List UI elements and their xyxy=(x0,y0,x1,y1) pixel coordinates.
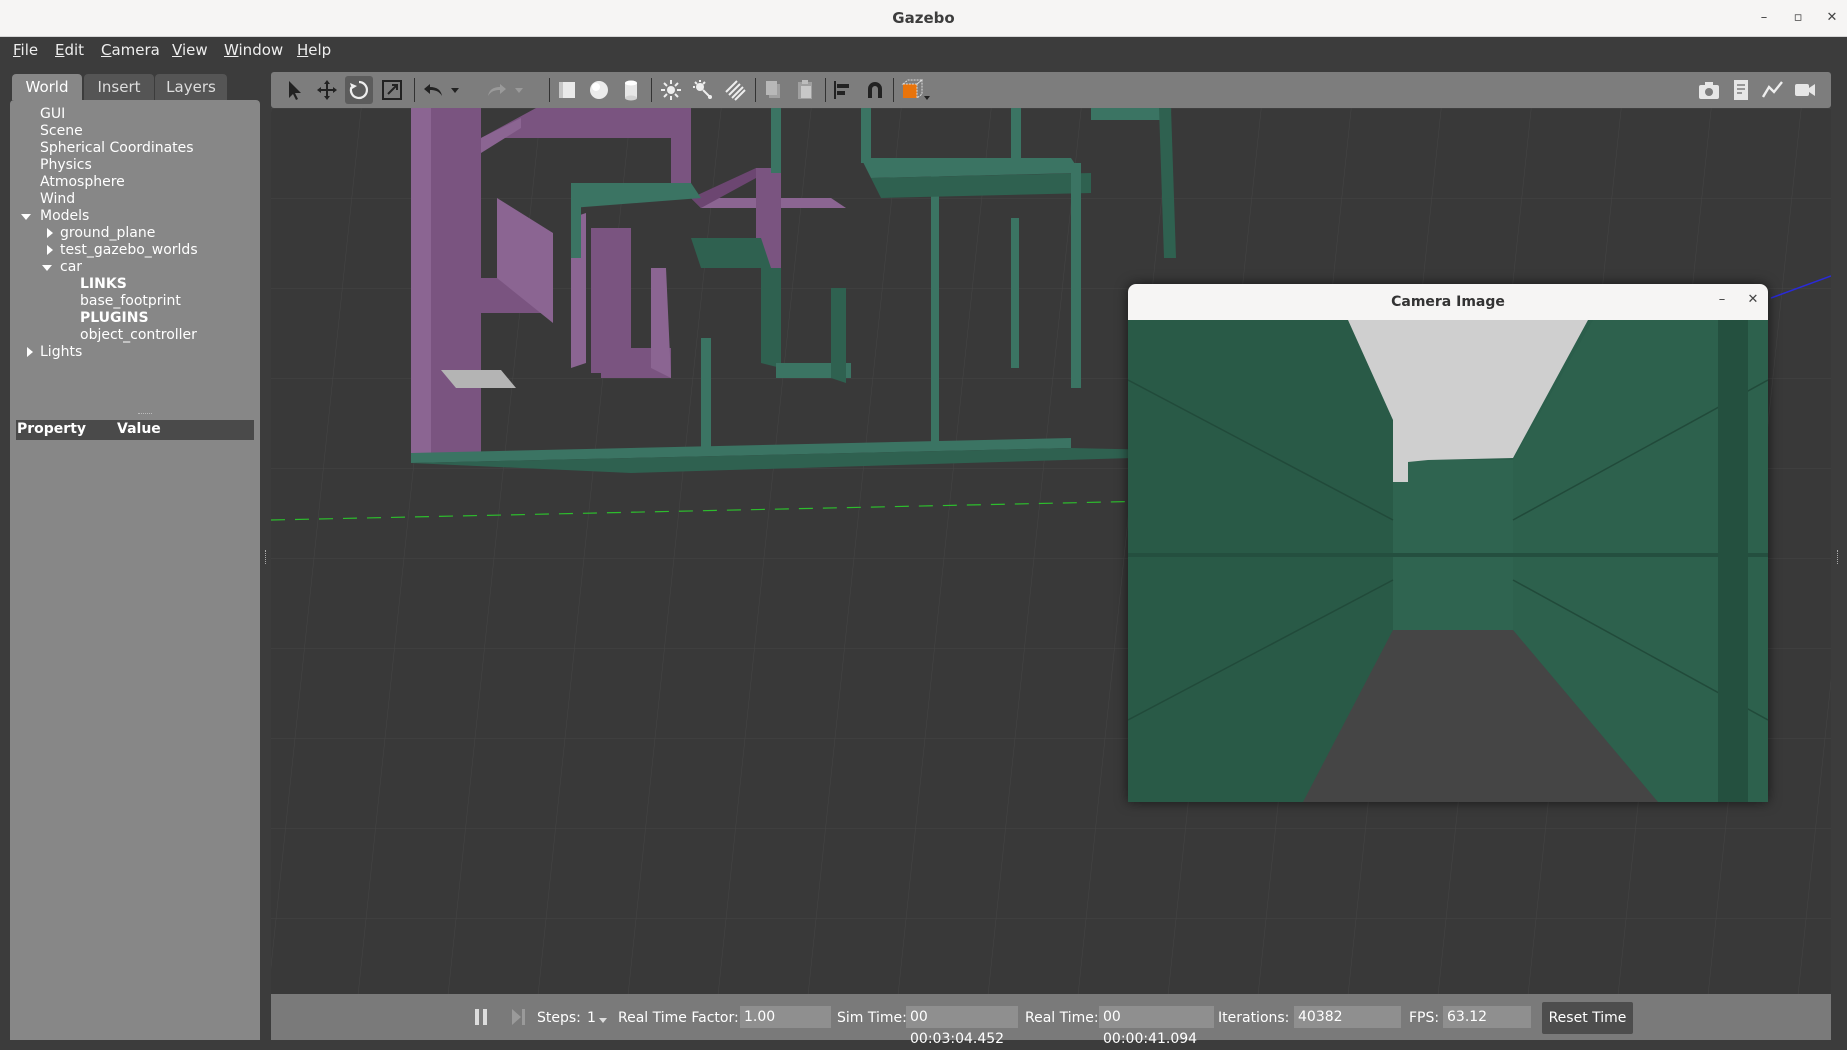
toolbar xyxy=(271,72,1831,108)
tab-insert[interactable]: Insert xyxy=(84,74,154,100)
restore-icon[interactable]: ▫ xyxy=(1788,8,1808,28)
tree-item-atmosphere[interactable]: Atmosphere xyxy=(40,174,125,190)
tree-item-physics[interactable]: Physics xyxy=(40,157,92,173)
camera-close-icon[interactable]: ✕ xyxy=(1744,292,1762,307)
tree-item-object-controller[interactable]: object_controller xyxy=(80,327,197,343)
property-column-header: Property xyxy=(17,421,87,437)
translate-icon[interactable] xyxy=(315,78,339,102)
directional-light-icon[interactable] xyxy=(723,78,747,102)
copy-icon[interactable] xyxy=(761,78,785,102)
camera-window-title: Camera Image xyxy=(1391,294,1505,310)
menu-file[interactable]: File xyxy=(13,41,38,59)
fps-label: FPS: xyxy=(1409,1010,1440,1026)
menu-view[interactable]: View xyxy=(172,41,208,59)
tree-item-spherical-coordinates[interactable]: Spherical Coordinates xyxy=(40,140,194,156)
toolbar-separator xyxy=(825,78,826,102)
expand-models-icon[interactable] xyxy=(21,214,31,220)
tree-item-test-gazebo-worlds[interactable]: test_gazebo_worlds xyxy=(60,242,198,258)
bottom-status-bar: Steps: 1 Real Time Factor: 1.00 Sim Time… xyxy=(271,994,1831,1047)
tree-item-wind[interactable]: Wind xyxy=(40,191,75,207)
panel-splitter-handle[interactable] xyxy=(138,413,152,416)
toolbar-separator xyxy=(549,78,550,102)
tree-item-gui[interactable]: GUI xyxy=(40,106,65,122)
tree-item-plugins: PLUGINS xyxy=(80,310,149,326)
toolbar-separator xyxy=(414,78,415,102)
camera-minimize-icon[interactable]: – xyxy=(1713,292,1731,307)
expand-test-worlds-icon[interactable] xyxy=(47,245,53,255)
window-titlebar: Gazebo – ▫ ✕ xyxy=(0,0,1847,37)
menu-help[interactable]: Help xyxy=(297,41,331,59)
minimize-icon[interactable]: – xyxy=(1754,8,1774,28)
camera-image-window[interactable]: Camera Image – ✕ xyxy=(1128,284,1768,802)
value-column-header: Value xyxy=(117,421,161,437)
camera-window-titlebar: Camera Image – ✕ xyxy=(1128,284,1768,321)
spot-light-icon[interactable] xyxy=(691,78,715,102)
paste-icon[interactable] xyxy=(793,78,817,102)
point-light-icon[interactable] xyxy=(659,78,683,102)
screenshot-icon[interactable] xyxy=(1697,78,1721,102)
log-icon[interactable] xyxy=(1729,78,1753,102)
menu-window[interactable]: Window xyxy=(224,41,283,59)
camera-feed xyxy=(1128,320,1768,802)
iterations-field: 40382 xyxy=(1294,1006,1401,1028)
window-title: Gazebo xyxy=(892,9,955,27)
toolbar-separator xyxy=(893,78,894,102)
toolbar-separator xyxy=(755,78,756,102)
select-arrow-icon[interactable] xyxy=(283,78,307,102)
tab-world[interactable]: World xyxy=(12,74,82,100)
step-forward-icon[interactable] xyxy=(511,1008,527,1026)
redo-icon[interactable] xyxy=(485,78,509,102)
scale-icon[interactable] xyxy=(380,78,404,102)
iterations-label: Iterations: xyxy=(1218,1010,1290,1026)
toolbar-separator xyxy=(651,78,652,102)
steps-dropdown-icon[interactable] xyxy=(599,1018,607,1024)
plot-icon[interactable] xyxy=(1761,78,1785,102)
sim-time-field: 00 00:03:04.452 xyxy=(906,1006,1018,1047)
real-time-factor-label: Real Time Factor: xyxy=(618,1010,739,1026)
sphere-icon[interactable] xyxy=(587,78,611,102)
expand-ground-plane-icon[interactable] xyxy=(47,228,53,238)
rotate-icon[interactable] xyxy=(347,78,371,102)
real-time-label: Real Time: xyxy=(1025,1010,1099,1026)
close-icon[interactable]: ✕ xyxy=(1822,8,1842,28)
tree-item-scene[interactable]: Scene xyxy=(40,123,83,139)
steps-label: Steps: xyxy=(537,1010,581,1026)
cylinder-icon[interactable] xyxy=(619,78,643,102)
expand-car-icon[interactable] xyxy=(42,265,52,271)
menu-camera[interactable]: Camera xyxy=(101,41,160,59)
undo-icon[interactable] xyxy=(421,78,445,102)
tree-item-models[interactable]: Models xyxy=(40,208,89,224)
world-panel xyxy=(10,100,260,1040)
menubar: File Edit Camera View Window Help xyxy=(0,37,1847,64)
right-splitter-handle[interactable] xyxy=(1837,550,1840,564)
real-time-field: 00 00:00:41.094 xyxy=(1099,1006,1214,1047)
tree-item-lights[interactable]: Lights xyxy=(40,344,82,360)
sim-time-label: Sim Time: xyxy=(837,1010,907,1026)
tree-item-ground-plane[interactable]: ground_plane xyxy=(60,225,155,241)
view-angle-icon[interactable] xyxy=(899,78,931,102)
align-icon[interactable] xyxy=(831,78,855,102)
steps-value[interactable]: 1 xyxy=(587,1010,596,1026)
fps-field: 63.12 xyxy=(1443,1006,1531,1028)
real-time-factor-field: 1.00 xyxy=(740,1006,831,1028)
record-video-icon[interactable] xyxy=(1793,78,1817,102)
property-table-header: Property Value xyxy=(16,420,254,440)
undo-dropdown-icon[interactable] xyxy=(449,78,461,102)
expand-lights-icon[interactable] xyxy=(27,347,33,357)
tab-layers[interactable]: Layers xyxy=(155,74,227,100)
left-splitter-handle[interactable] xyxy=(265,550,268,564)
pause-icon[interactable] xyxy=(473,1008,489,1026)
scene-viewport[interactable]: Camera Image – ✕ xyxy=(271,108,1831,994)
redo-dropdown-icon[interactable] xyxy=(513,78,525,102)
reset-time-button[interactable]: Reset Time xyxy=(1542,1002,1633,1034)
tree-item-base-footprint[interactable]: base_footprint xyxy=(80,293,181,309)
box-icon[interactable] xyxy=(555,78,579,102)
tree-item-car[interactable]: car xyxy=(60,259,82,275)
menu-edit[interactable]: Edit xyxy=(55,41,84,59)
tree-item-links: LINKS xyxy=(80,276,127,292)
snap-icon[interactable] xyxy=(863,78,887,102)
